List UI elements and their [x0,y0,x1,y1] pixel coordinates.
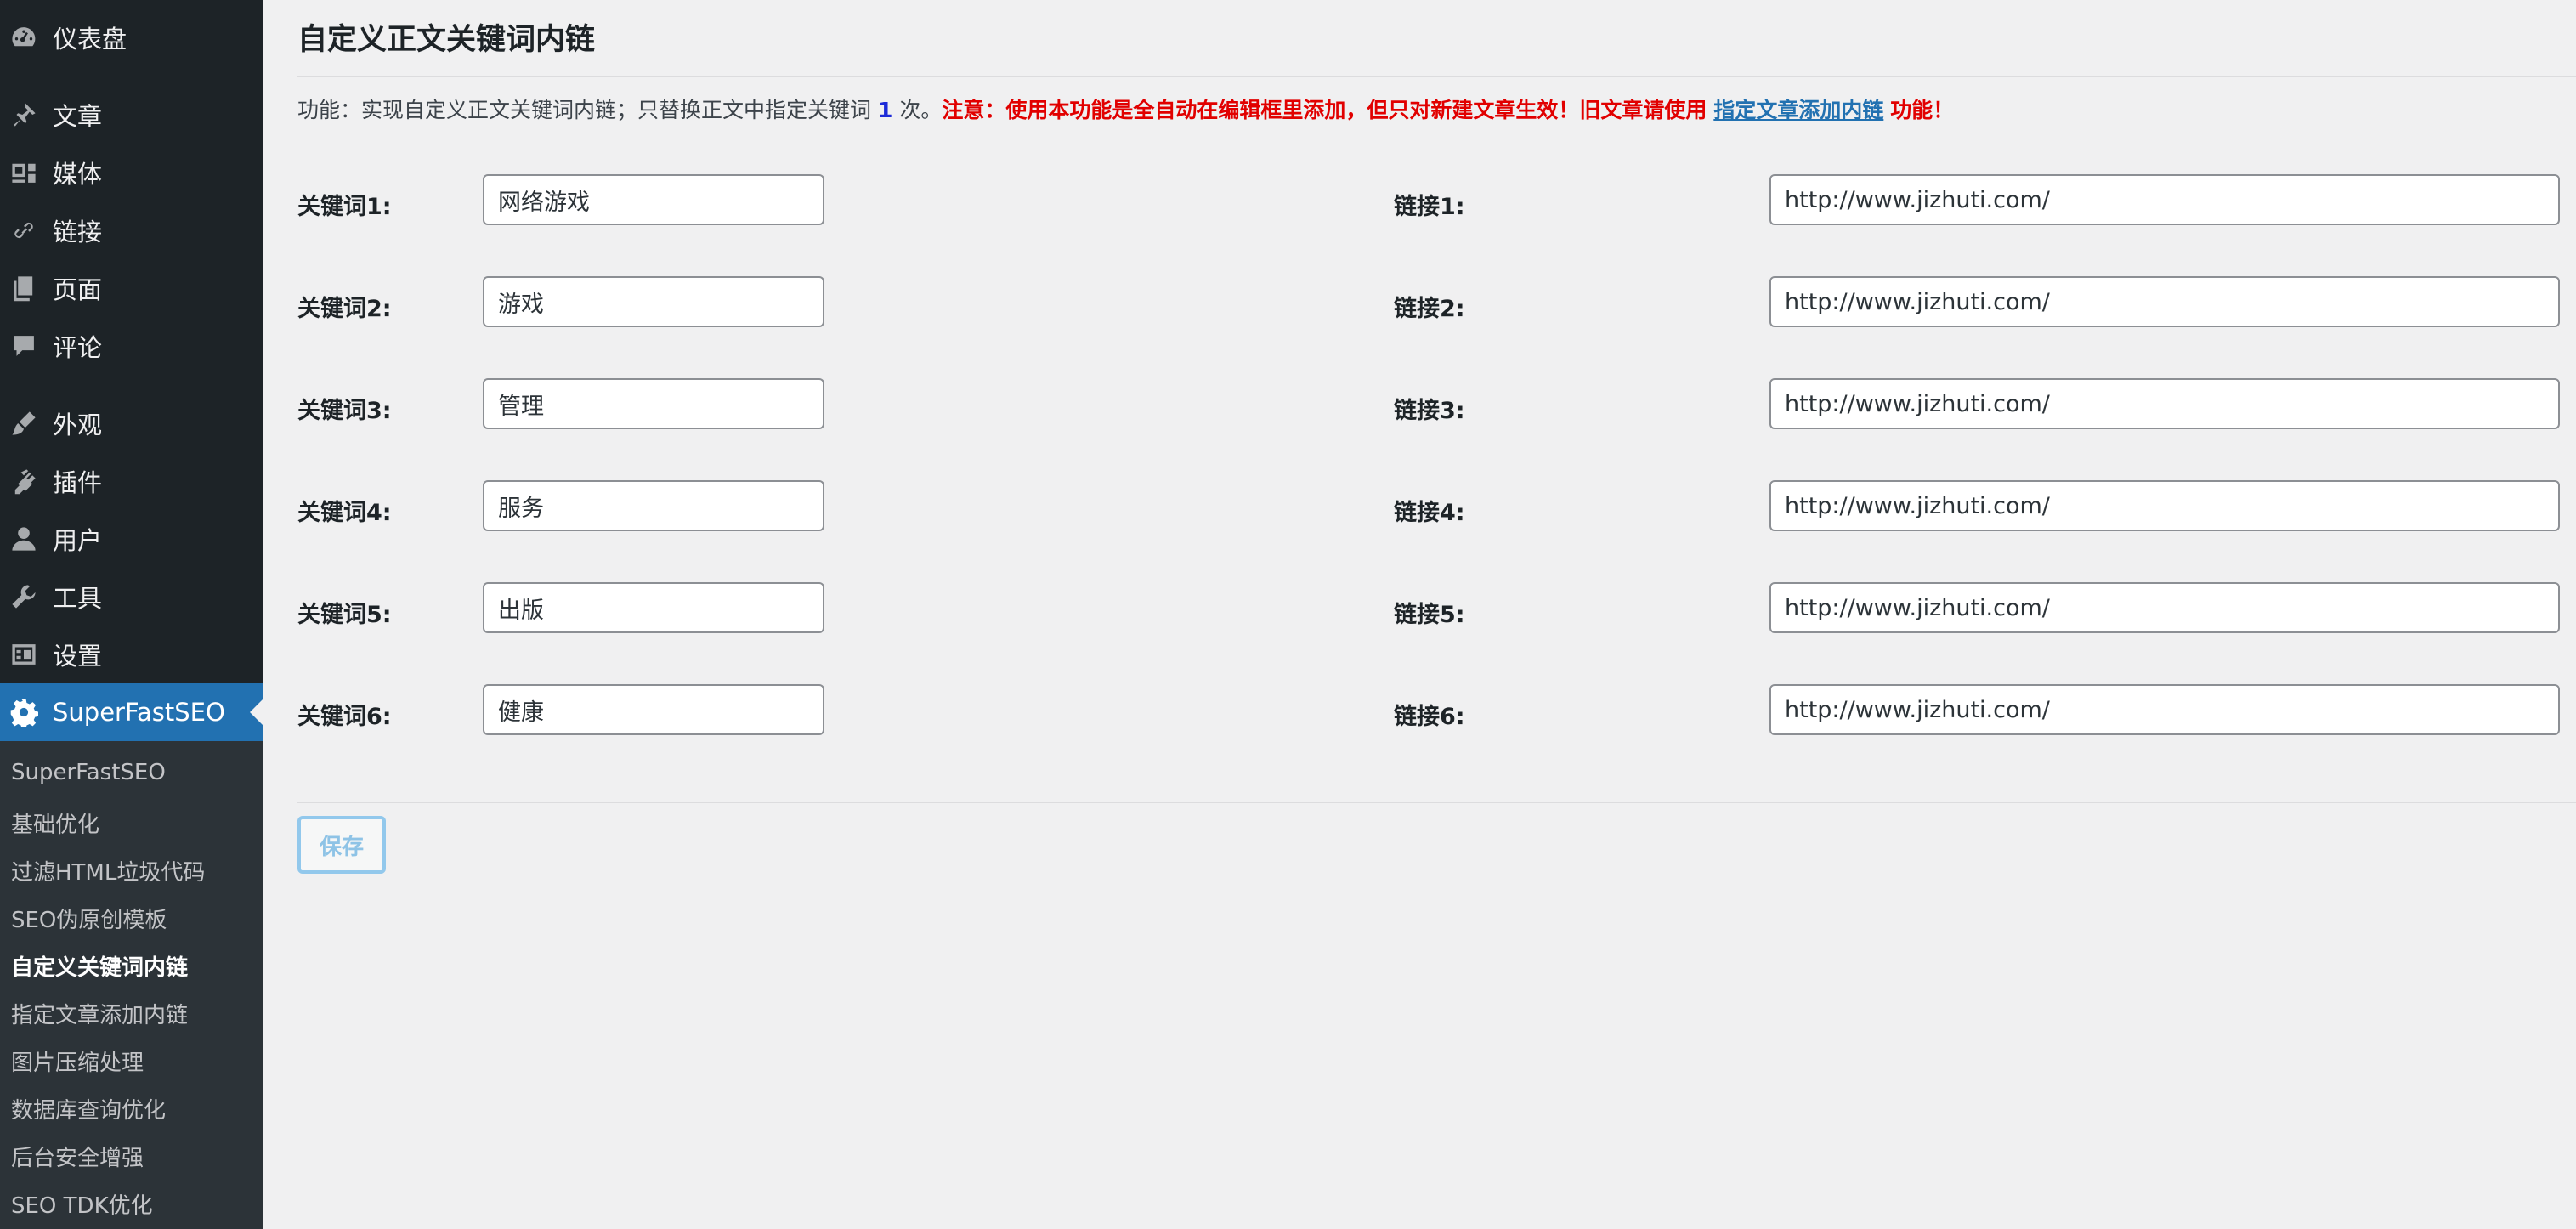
link-input[interactable] [1769,174,2560,225]
keyword-label: 关键词4: [297,500,392,526]
sidebar-item-label: 外观 [53,411,103,439]
keyword-input[interactable] [483,582,824,633]
link-label: 链接5: [1394,602,1465,628]
link-label: 链接1: [1394,194,1465,220]
submenu-item-db-query[interactable]: 数据库查询优化 [11,1093,166,1124]
gear-icon [7,695,41,729]
link-label: 链接6: [1394,704,1465,730]
settings-icon [7,637,41,671]
keyword-label: 关键词3: [297,398,392,424]
keyword-input[interactable] [483,684,824,735]
pushpin-icon [7,98,41,132]
user-icon [7,522,41,556]
wrench-icon [7,580,41,614]
admin-sidebar: 仪表盘 文章 媒体 链接 页面 评论 外观 插件 用户 工具 设置 SuperF… [0,0,263,1229]
link-label: 链接3: [1394,398,1465,424]
comment-icon [7,329,41,363]
sidebar-item-label: 文章 [53,102,103,131]
dashboard-icon [7,20,41,54]
submenu-item-filter-html[interactable]: 过滤HTML垃圾代码 [11,855,205,886]
description-times: 次。 [899,98,943,122]
submenu-item-seo-tdk[interactable]: SEO TDK优化 [11,1188,153,1220]
title-divider [297,76,2576,77]
submenu-item-custom-keyword-links[interactable]: 自定义关键词内链 [11,950,188,982]
warning-text: 注意：使用本功能是全自动在编辑框里添加，但只对新建文章生效！旧文章请使用 [942,98,1707,122]
link-input[interactable] [1769,684,2560,735]
sidebar-item-tools[interactable]: 工具 [0,568,263,626]
main-content: 自定义正文关键词内链 功能：实现自定义正文关键词内链；只替换正文中指定关键词 1… [263,0,2576,1229]
sidebar-item-label: 页面 [53,275,103,304]
submenu-item-basic[interactable]: 基础优化 [11,807,99,839]
description-text: 功能：实现自定义正文关键词内链；只替换正文中指定关键词 [297,98,872,122]
superfastseo-submenu: SuperFastSEO 基础优化 过滤HTML垃圾代码 SEO伪原创模板 自定… [0,741,263,1229]
keyword-input[interactable] [483,174,824,225]
keyword-label: 关键词2: [297,296,392,322]
sidebar-item-posts[interactable]: 文章 [0,86,263,144]
sidebar-item-plugins[interactable]: 插件 [0,452,263,510]
submenu-item-superfastseo[interactable]: SuperFastSEO [11,760,166,785]
submenu-item-admin-security[interactable]: 后台安全增强 [11,1141,144,1172]
keyword-input[interactable] [483,276,824,327]
page-title: 自定义正文关键词内链 [297,23,596,57]
sidebar-item-label: 用户 [53,526,103,555]
feature-description: 功能：实现自定义正文关键词内链；只替换正文中指定关键词 1 次。注意：使用本功能… [297,93,1954,124]
sidebar-item-label: 链接 [53,218,103,246]
paintbrush-icon [7,406,41,440]
sidebar-item-label: 媒体 [53,160,103,189]
form-divider [297,802,2576,803]
sidebar-item-settings[interactable]: 设置 [0,626,263,683]
submenu-item-post-links[interactable]: 指定文章添加内链 [11,998,188,1029]
sidebar-item-label: 设置 [53,642,103,671]
sidebar-item-superfastseo[interactable]: SuperFastSEO [0,683,263,741]
sidebar-item-media[interactable]: 媒体 [0,144,263,201]
sidebar-item-label: SuperFastSEO [53,698,225,727]
media-icon [7,156,41,190]
sidebar-item-users[interactable]: 用户 [0,510,263,568]
keyword-input[interactable] [483,378,824,429]
post-links-link[interactable]: 指定文章添加内链 [1713,98,1883,122]
sidebar-item-appearance[interactable]: 外观 [0,394,263,452]
plugin-icon [7,464,41,498]
sidebar-item-label: 插件 [53,468,103,497]
sidebar-item-links[interactable]: 链接 [0,201,263,259]
submenu-item-seo-template[interactable]: SEO伪原创模板 [11,903,167,934]
submenu-item-image-compress[interactable]: 图片压缩处理 [11,1045,144,1077]
warning-suffix: 功能！ [1890,98,1955,122]
keyword-label: 关键词6: [297,704,392,730]
link-input[interactable] [1769,378,2560,429]
link-label: 链接2: [1394,296,1465,322]
keyword-label: 关键词5: [297,602,392,628]
link-input[interactable] [1769,480,2560,531]
active-menu-arrow [250,699,263,726]
keyword-label: 关键词1: [297,194,392,220]
link-input[interactable] [1769,582,2560,633]
sidebar-item-label: 仪表盘 [53,25,127,54]
replace-count: 1 [877,98,893,122]
sidebar-item-label: 评论 [53,333,103,362]
link-icon [7,213,41,247]
keyword-input[interactable] [483,480,824,531]
link-input[interactable] [1769,276,2560,327]
sidebar-item-label: 工具 [53,584,103,613]
sidebar-item-dashboard[interactable]: 仪表盘 [0,8,263,66]
sidebar-item-comments[interactable]: 评论 [0,317,263,375]
link-label: 链接4: [1394,500,1465,526]
sidebar-item-pages[interactable]: 页面 [0,259,263,317]
save-button[interactable]: 保存 [297,816,386,874]
page-icon [7,271,41,305]
